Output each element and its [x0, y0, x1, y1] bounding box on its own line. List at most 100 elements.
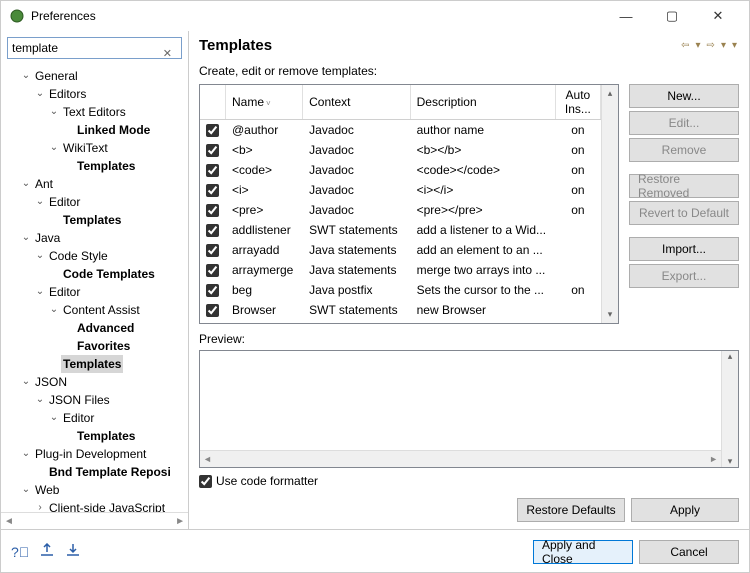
- forward-icon[interactable]: ⇨: [705, 40, 717, 51]
- tree-item[interactable]: ⌄Plug-in Development: [5, 445, 188, 463]
- table-row[interactable]: addlistenerSWT statementsadd a listener …: [200, 220, 601, 240]
- table-row[interactable]: <b>Javadoc<b></b>on: [200, 140, 601, 160]
- tree-label[interactable]: Content Assist: [61, 301, 142, 319]
- tree-item[interactable]: Code Templates: [5, 265, 188, 283]
- row-checkbox[interactable]: [206, 304, 219, 317]
- tree-label[interactable]: JSON Files: [47, 391, 112, 409]
- tree-label[interactable]: JSON: [33, 373, 69, 391]
- help-icon[interactable]: ?⃝: [11, 544, 29, 560]
- apply-button[interactable]: Apply: [631, 498, 739, 522]
- tree-item[interactable]: ⌄Editor: [5, 193, 188, 211]
- tree-item[interactable]: Advanced: [5, 319, 188, 337]
- table-vscrollbar[interactable]: ▴ ▾: [601, 85, 618, 323]
- minimize-button[interactable]: —: [603, 1, 649, 31]
- tree-item[interactable]: ⌄Editor: [5, 283, 188, 301]
- row-checkbox[interactable]: [206, 224, 219, 237]
- tree-label[interactable]: Templates: [61, 211, 123, 229]
- tree-label[interactable]: Bnd Template Reposi: [47, 463, 173, 481]
- row-checkbox[interactable]: [206, 244, 219, 257]
- tree-label[interactable]: Advanced: [75, 319, 136, 337]
- preference-tree[interactable]: ⌄General⌄Editors⌄Text EditorsLinked Mode…: [1, 65, 188, 512]
- tree-item[interactable]: Templates: [5, 427, 188, 445]
- tree-label[interactable]: Text Editors: [61, 103, 128, 121]
- tree-collapse-icon[interactable]: ⌄: [33, 247, 47, 265]
- tree-label[interactable]: Editor: [61, 409, 96, 427]
- tree-item[interactable]: ⌄Content Assist: [5, 301, 188, 319]
- column-check[interactable]: [200, 85, 226, 120]
- tree-item[interactable]: ⌄Web: [5, 481, 188, 499]
- tree-item[interactable]: ⌄Ant: [5, 175, 188, 193]
- tree-label[interactable]: Editor: [47, 283, 82, 301]
- tree-hscrollbar[interactable]: ◄►: [1, 512, 188, 529]
- tree-label[interactable]: Templates: [75, 427, 137, 445]
- tree-label[interactable]: Linked Mode: [75, 121, 152, 139]
- tree-item[interactable]: ⌄General: [5, 67, 188, 85]
- column-auto[interactable]: Auto Ins...: [555, 85, 600, 120]
- preview-vscrollbar[interactable]: ▴ ▾: [721, 351, 738, 467]
- tree-collapse-icon[interactable]: ⌄: [19, 445, 33, 463]
- clear-filter-icon[interactable]: ✕: [163, 47, 172, 60]
- tree-collapse-icon[interactable]: ⌄: [47, 139, 61, 157]
- close-button[interactable]: ✕: [695, 1, 741, 31]
- table-row[interactable]: <code>Javadoc<code></code>on: [200, 160, 601, 180]
- tree-collapse-icon[interactable]: ⌄: [19, 67, 33, 85]
- tree-collapse-icon[interactable]: ⌄: [19, 481, 33, 499]
- tree-item[interactable]: Linked Mode: [5, 121, 188, 139]
- tree-collapse-icon[interactable]: ⌄: [33, 391, 47, 409]
- row-checkbox[interactable]: [206, 144, 219, 157]
- tree-label[interactable]: Ant: [33, 175, 55, 193]
- tree-collapse-icon[interactable]: ⌄: [33, 193, 47, 211]
- tree-item[interactable]: Favorites: [5, 337, 188, 355]
- tree-label[interactable]: Editor: [47, 193, 82, 211]
- table-row[interactable]: arrayaddJava statementsadd an element to…: [200, 240, 601, 260]
- remove-button[interactable]: Remove: [629, 138, 739, 162]
- table-row[interactable]: @authorJavadocauthor nameon: [200, 120, 601, 140]
- tree-collapse-icon[interactable]: ⌄: [47, 409, 61, 427]
- tree-item[interactable]: ⌄Editor: [5, 409, 188, 427]
- menu-dropdown-icon[interactable]: ▾: [730, 40, 739, 51]
- row-checkbox[interactable]: [206, 164, 219, 177]
- table-row[interactable]: ButtonSWT statementsnew Button: [200, 320, 601, 324]
- tree-label[interactable]: Templates: [61, 355, 123, 373]
- tree-label[interactable]: Plug-in Development: [33, 445, 148, 463]
- tree-label[interactable]: Editors: [47, 85, 88, 103]
- tree-item[interactable]: Templates: [5, 157, 188, 175]
- row-checkbox[interactable]: [206, 184, 219, 197]
- import-prefs-icon[interactable]: [39, 543, 55, 560]
- tree-label[interactable]: Client-side JavaScript: [47, 499, 167, 512]
- edit-button[interactable]: Edit...: [629, 111, 739, 135]
- table-row[interactable]: begJava postfixSets the cursor to the ..…: [200, 280, 601, 300]
- tree-item[interactable]: ⌄Java: [5, 229, 188, 247]
- table-row[interactable]: <i>Javadoc<i></i>on: [200, 180, 601, 200]
- column-context[interactable]: Context: [303, 85, 410, 120]
- filter-input[interactable]: [7, 37, 182, 59]
- tree-collapse-icon[interactable]: ⌄: [19, 175, 33, 193]
- back-icon[interactable]: ⇦: [679, 40, 691, 51]
- maximize-button[interactable]: ▢: [649, 1, 695, 31]
- tree-expand-icon[interactable]: ›: [33, 499, 47, 512]
- column-name[interactable]: Name˅: [226, 85, 303, 120]
- restore-removed-button[interactable]: Restore Removed: [629, 174, 739, 198]
- tree-label[interactable]: Code Style: [47, 247, 110, 265]
- tree-item[interactable]: ⌄Editors: [5, 85, 188, 103]
- tree-collapse-icon[interactable]: ⌄: [19, 373, 33, 391]
- tree-label[interactable]: Java: [33, 229, 62, 247]
- back-dropdown-icon[interactable]: ▾: [694, 40, 703, 51]
- column-description[interactable]: Description: [410, 85, 555, 120]
- row-checkbox[interactable]: [206, 204, 219, 217]
- tree-item[interactable]: ⌄JSON Files: [5, 391, 188, 409]
- table-row[interactable]: BrowserSWT statementsnew Browser: [200, 300, 601, 320]
- export-button[interactable]: Export...: [629, 264, 739, 288]
- tree-collapse-icon[interactable]: ⌄: [19, 229, 33, 247]
- import-button[interactable]: Import...: [629, 237, 739, 261]
- new-button[interactable]: New...: [629, 84, 739, 108]
- tree-item[interactable]: ›Client-side JavaScript: [5, 499, 188, 512]
- tree-label[interactable]: Code Templates: [61, 265, 157, 283]
- tree-label[interactable]: Web: [33, 481, 61, 499]
- tree-collapse-icon[interactable]: ⌄: [47, 103, 61, 121]
- export-prefs-icon[interactable]: [65, 543, 81, 560]
- tree-item[interactable]: ⌄Text Editors: [5, 103, 188, 121]
- revert-button[interactable]: Revert to Default: [629, 201, 739, 225]
- use-formatter-checkbox[interactable]: [199, 475, 212, 488]
- tree-label[interactable]: General: [33, 67, 80, 85]
